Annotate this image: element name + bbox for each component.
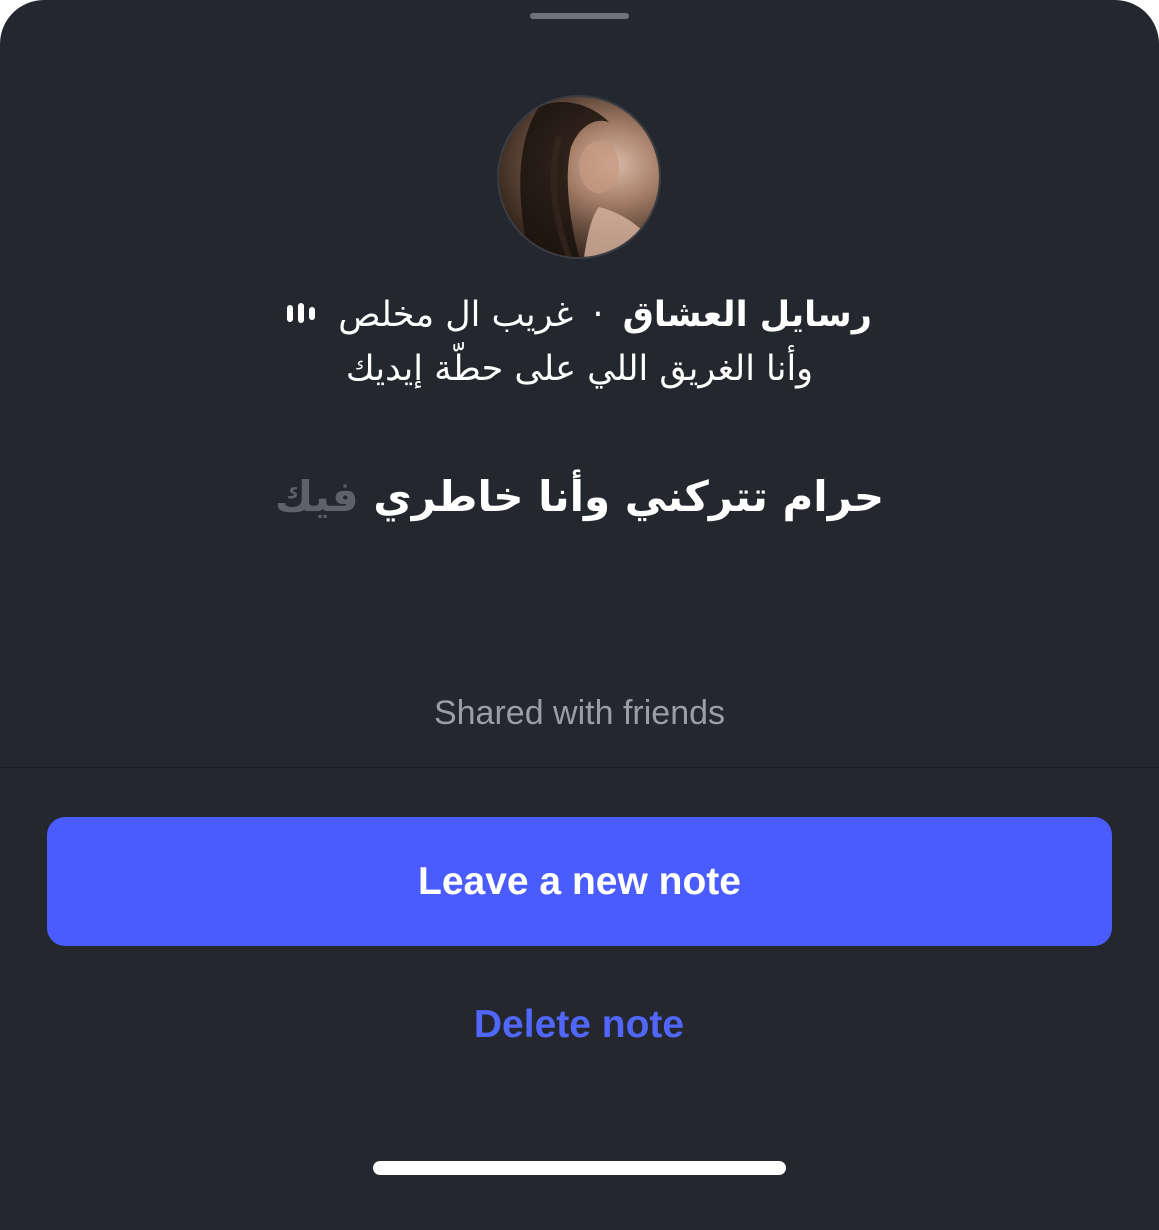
leave-new-note-button[interactable]: Leave a new note (47, 817, 1112, 946)
author-name[interactable]: رسايل العشاق (623, 295, 872, 335)
home-indicator[interactable] (373, 1161, 786, 1175)
note-text: حرام تتركني وأنا خاطري فيك (0, 468, 1159, 526)
note-author-row: رسايل العشاق · غريب ال مخلص (0, 291, 1159, 340)
note-text-main: حرام تتركني وأنا خاطري (373, 472, 885, 521)
audience-label: Shared with friends (433, 694, 726, 732)
music-bars-icon (287, 289, 316, 337)
note-sheet: رسايل العشاق · غريب ال مخلص وأنا الغريق … (0, 0, 1159, 1230)
avatar[interactable] (497, 95, 661, 259)
profile-photo-icon (520, 102, 659, 257)
divider (0, 767, 1159, 768)
note-text-faded: فيك (274, 472, 359, 521)
song-title[interactable]: غريب ال مخلص (338, 295, 573, 335)
title-separator: · (592, 295, 604, 335)
sheet-grabber-handle[interactable] (530, 13, 629, 19)
song-lyric-line: وأنا الغريق اللي على حطّة إيديك (345, 349, 814, 389)
delete-note-button[interactable]: Delete note (379, 995, 779, 1055)
